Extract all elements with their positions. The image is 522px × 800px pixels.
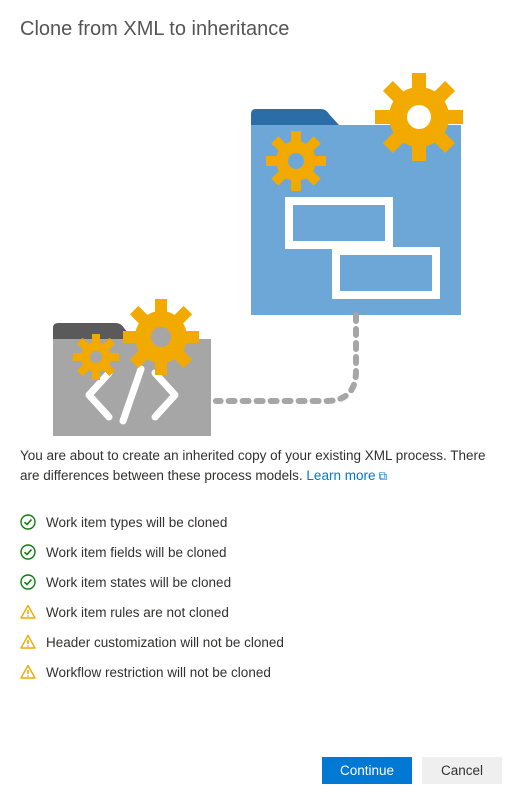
dialog-footer: Continue Cancel xyxy=(322,757,502,784)
success-icon xyxy=(20,544,36,560)
warning-icon xyxy=(20,634,36,650)
learn-more-label: Learn more xyxy=(306,468,375,483)
dialog-title: Clone from XML to inheritance xyxy=(20,18,502,41)
list-item-label: Work item rules are not cloned xyxy=(46,605,229,620)
list-item-label: Work item states will be cloned xyxy=(46,575,231,590)
clone-illustration xyxy=(20,51,502,436)
list-item: Header customization will not be cloned xyxy=(20,627,502,657)
list-item: Work item rules are not cloned xyxy=(20,597,502,627)
warning-icon xyxy=(20,664,36,680)
learn-more-link[interactable]: Learn more⧉ xyxy=(306,468,387,483)
list-item: Work item fields will be cloned xyxy=(20,537,502,567)
dialog-description: You are about to create an inherited cop… xyxy=(20,446,502,485)
list-item-label: Workflow restriction will not be cloned xyxy=(46,665,271,680)
success-icon xyxy=(20,574,36,590)
list-item-label: Work item types will be cloned xyxy=(46,515,227,530)
continue-button[interactable]: Continue xyxy=(322,757,412,784)
list-item: Workflow restriction will not be cloned xyxy=(20,657,502,687)
cancel-button[interactable]: Cancel xyxy=(422,757,502,784)
list-item: Work item states will be cloned xyxy=(20,567,502,597)
list-item-label: Header customization will not be cloned xyxy=(46,635,284,650)
external-link-icon: ⧉ xyxy=(378,469,387,483)
success-icon xyxy=(20,514,36,530)
list-item-label: Work item fields will be cloned xyxy=(46,545,227,560)
warning-icon xyxy=(20,604,36,620)
clone-items-list: Work item types will be cloned Work item… xyxy=(20,507,502,687)
description-text: You are about to create an inherited cop… xyxy=(20,448,486,483)
list-item: Work item types will be cloned xyxy=(20,507,502,537)
